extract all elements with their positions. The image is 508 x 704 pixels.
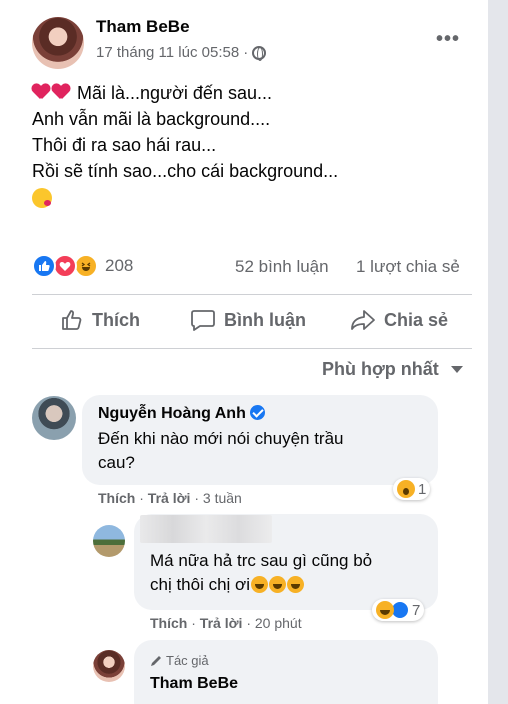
poster-name[interactable]: Tham BeBe <box>96 17 190 37</box>
comment-reaction-count: 1 <box>418 480 427 498</box>
post-line-2: Anh vẫn mãi là background.... <box>32 109 271 129</box>
comment-bubble <box>134 640 438 704</box>
caret-down-icon <box>450 366 463 373</box>
comment-reaction-summary[interactable]: 7 <box>372 599 425 621</box>
share-arrow-icon <box>351 310 375 330</box>
more-options-button[interactable]: ••• <box>436 28 460 51</box>
thumbs-up-icon <box>62 310 82 330</box>
wow-reaction-icon <box>397 480 415 498</box>
post-card: Tham BeBe 17 tháng 11 lúc 05:58 · ••• Mã… <box>0 0 488 704</box>
commenter-name[interactable]: Nguyễn Hoàng Anh <box>98 405 265 423</box>
comment-like-link[interactable]: Thích <box>150 615 187 631</box>
haha-reaction-icon <box>376 601 394 619</box>
comment-text: Đến khi nào mới nói chuyện trầu cau? <box>98 429 344 472</box>
share-button[interactable]: Chia sẻ <box>350 308 448 332</box>
comment-actions: Thích · Trả lời · 3 tuần <box>98 490 242 506</box>
poster-avatar[interactable] <box>32 17 84 69</box>
author-avatar[interactable] <box>93 650 125 682</box>
comment-sort-dropdown[interactable]: Phù hợp nhất <box>322 359 463 380</box>
comment-time[interactable]: 3 tuần <box>203 490 242 506</box>
divider <box>32 348 472 349</box>
kiss-emoji-icon <box>32 188 52 208</box>
like-button-label: Thích <box>92 309 140 330</box>
haha-emoji-icon <box>286 576 304 593</box>
comment-reply-link[interactable]: Trả lời <box>200 615 243 631</box>
heart-icon <box>32 84 50 100</box>
heart-icon <box>52 84 70 100</box>
reaction-summary[interactable]: 208 <box>32 254 133 278</box>
like-reaction-icon <box>32 254 56 278</box>
comment-reaction-summary[interactable]: 1 <box>393 478 431 500</box>
divider <box>32 294 472 295</box>
comment-reply-link[interactable]: Trả lời <box>148 490 191 506</box>
haha-reaction-icon <box>74 254 98 278</box>
commenter-avatar[interactable] <box>32 396 76 440</box>
post-line-3: Thôi đi ra sao hái rau... <box>32 135 217 155</box>
post-line-4: Rồi sẽ tính sao...cho cái background... <box>32 161 339 181</box>
haha-emoji-icon <box>268 576 286 593</box>
post-body: Mãi là...người đến sau... Anh vẫn mãi là… <box>32 80 338 210</box>
comment-text: Má nữa hả trc sau gì cũng bỏ chị thôi ch… <box>150 551 373 594</box>
reaction-count: 208 <box>105 256 134 275</box>
author-badge: Tác giả <box>150 653 209 668</box>
share-count-link[interactable]: 1 lượt chia sẻ <box>356 257 460 277</box>
haha-emoji-icon <box>250 576 268 593</box>
commenter-name-blurred <box>140 515 272 543</box>
comment-like-link[interactable]: Thích <box>98 490 135 506</box>
commenter-avatar[interactable] <box>93 525 125 557</box>
comment-button-label: Bình luận <box>224 309 306 330</box>
love-reaction-icon <box>53 254 77 278</box>
scrollbar-track[interactable] <box>488 0 508 704</box>
speech-bubble-icon <box>191 310 215 331</box>
comment-reaction-count: 7 <box>412 601 421 619</box>
comment-actions: Thích · Trả lời · 20 phút <box>150 615 302 631</box>
comment-time[interactable]: 20 phút <box>255 615 302 631</box>
comment-count-link[interactable]: 52 bình luận <box>235 257 329 277</box>
globe-icon <box>252 45 267 61</box>
share-button-label: Chia sẻ <box>384 309 449 330</box>
post-meta: 17 tháng 11 lúc 05:58 · <box>96 44 267 61</box>
like-button[interactable]: Thích <box>60 308 140 332</box>
pencil-icon <box>151 655 161 666</box>
post-timestamp[interactable]: 17 tháng 11 lúc 05:58 <box>96 44 239 61</box>
post-line-5 <box>32 184 338 210</box>
comment-button[interactable]: Bình luận <box>190 308 306 332</box>
sort-label: Phù hợp nhất <box>322 359 439 379</box>
verified-badge-icon <box>249 405 265 420</box>
commenter-name[interactable]: Tham BeBe <box>150 675 238 693</box>
post-line-1: Mãi là...người đến sau... <box>32 80 338 106</box>
